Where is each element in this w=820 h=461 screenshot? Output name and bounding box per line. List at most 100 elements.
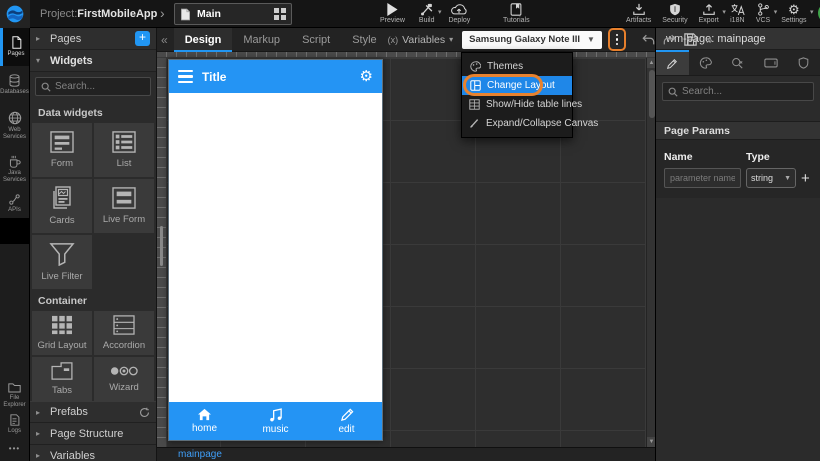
tab-styles[interactable] [689,50,722,75]
redo-button[interactable] [659,34,680,46]
play-icon [386,3,398,16]
tab-markup[interactable]: Markup [232,28,291,52]
tutorials-label: Tutorials [503,17,530,24]
widget-search[interactable] [35,77,151,96]
tab-mobile-device[interactable] [754,50,787,75]
phone-header: Title ⚙ [169,60,382,93]
widget-tile-label: Grid Layout [37,340,86,351]
rail-item-logs[interactable]: Logs [0,410,29,438]
palette-icon [699,57,712,69]
widget-tile-live-filter[interactable]: Live Filter [32,235,92,289]
collapse-left-icon[interactable]: « [157,33,174,47]
wizard-icon [110,365,138,377]
ruler-handle[interactable] [160,226,163,266]
form-icon [50,131,74,153]
export-button[interactable]: Export ▾ [699,0,719,24]
phone-preview[interactable]: Title ⚙ home music edit [168,59,383,441]
menu-item-change-layout[interactable]: Change Layout [462,76,572,95]
breadcrumb-mainpage[interactable]: mainpage [157,449,222,460]
rail-item-databases[interactable]: Databases [0,66,29,104]
phone-header-title: Title [202,70,351,84]
parameter-name-input[interactable] [664,168,741,188]
properties-search[interactable] [662,82,814,101]
settings-button[interactable]: ⚙ Settings ▾ [781,0,806,24]
hamburger-menu-icon[interactable] [178,70,193,84]
expand-right-icon[interactable]: » [703,33,718,47]
menu-item-label: Expand/Collapse Canvas [486,118,598,129]
rail-item-java-services[interactable]: Java Services [0,148,29,190]
design-canvas[interactable]: Title ⚙ home music edit ▲ [157,58,655,447]
phone-page-content[interactable] [169,93,382,402]
add-page-button[interactable]: + [135,31,150,46]
parameter-type-value: string [751,173,784,183]
parameter-type-select[interactable]: string ▼ [746,168,796,188]
vcs-button[interactable]: VCS ▾ [756,0,770,24]
page-tab-label: Main [197,8,268,20]
widget-tile-live-form[interactable]: Live Form [94,179,154,233]
rail-item-web-services[interactable]: Web Services [0,104,29,148]
device-selector[interactable]: Samsung Galaxy Note III ▼ [462,31,602,49]
deploy-cloud-icon [451,3,467,16]
tutorials-button[interactable]: Tutorials [503,0,530,24]
artifacts-button[interactable]: Artifacts [626,0,651,24]
widget-tile-wizard[interactable]: Wizard [94,357,154,401]
properties-search-input[interactable] [682,86,808,97]
widget-tile-form[interactable]: Form [32,123,92,177]
menu-item-expand-collapse-canvas[interactable]: Expand/Collapse Canvas [462,114,572,133]
tutorials-book-icon [510,3,522,16]
nav-item-music[interactable]: music [240,402,311,440]
save-button[interactable] [680,33,701,46]
app-logo[interactable] [0,0,30,28]
tab-events[interactable] [722,50,755,75]
tab-design[interactable]: Design [174,28,233,52]
scrollbar-thumb[interactable] [649,70,655,118]
menu-item-label: Change Layout [487,80,555,91]
refresh-icon[interactable] [139,407,150,418]
section-pages[interactable]: ▸ Pages + [30,28,156,50]
rail-item-apis[interactable]: APIs [0,190,29,218]
gear-icon[interactable]: ⚙ [360,69,373,84]
variables-dropdown[interactable]: (x) Variables ▾ [388,34,454,46]
widget-tile-label: Accordion [103,340,145,351]
page-params-table: Name Type string ▼ + [656,140,820,198]
undo-button[interactable] [638,34,659,46]
tab-script[interactable]: Script [291,28,341,52]
variables-label: Variables [402,34,445,46]
section-page-structure[interactable]: ▸ Page Structure [30,423,156,445]
security-button[interactable]: Security [662,0,687,24]
column-name: Name [664,151,746,163]
project-title: Project:FirstMobileApp [40,0,157,28]
widget-tile-cards[interactable]: Cards [32,179,92,233]
tab-properties[interactable] [656,50,689,75]
page-tab-main[interactable]: Main [174,3,292,25]
nav-item-edit[interactable]: edit [311,402,382,440]
widget-tile-grid-layout[interactable]: Grid Layout [32,311,92,355]
section-widgets[interactable]: ▾ Widgets [30,50,156,72]
i18n-button[interactable]: i18N [730,0,745,24]
widget-tile-accordion[interactable]: Accordion [94,311,154,355]
wavemaker-logo-icon [5,4,25,24]
settings-label: Settings [781,17,806,24]
menu-item-show-hide-table-lines[interactable]: Show/Hide table lines [462,95,572,114]
preview-button[interactable]: Preview [380,0,405,24]
widget-tile-list[interactable]: List [94,123,154,177]
widget-tile-label: Live Form [103,214,145,225]
chevron-right-icon: › [160,5,165,21]
section-prefabs[interactable]: ▸ Prefabs [30,401,156,423]
rail-item-file-explorer[interactable]: File Explorer [0,380,29,410]
tab-style[interactable]: Style [341,28,387,52]
build-button[interactable]: Build ▾ [419,0,435,24]
add-parameter-button[interactable]: + [801,171,810,186]
more-options-button[interactable] [611,31,623,48]
tab-security[interactable] [787,50,820,75]
widget-tile-tabs[interactable]: Tabs [32,357,92,401]
deploy-button[interactable]: Deploy [448,0,470,24]
rail-more-button[interactable]: ••• [0,438,29,461]
rail-item-pages[interactable]: Pages [0,28,29,66]
menu-item-themes[interactable]: Themes [462,57,572,76]
grid-icon[interactable] [274,8,286,20]
nav-item-home[interactable]: home [169,402,240,440]
canvas-scrollbar[interactable]: ▲ ▼ [646,58,655,447]
widget-search-input[interactable] [55,81,145,92]
section-variables[interactable]: ▸ Variables [30,445,156,461]
